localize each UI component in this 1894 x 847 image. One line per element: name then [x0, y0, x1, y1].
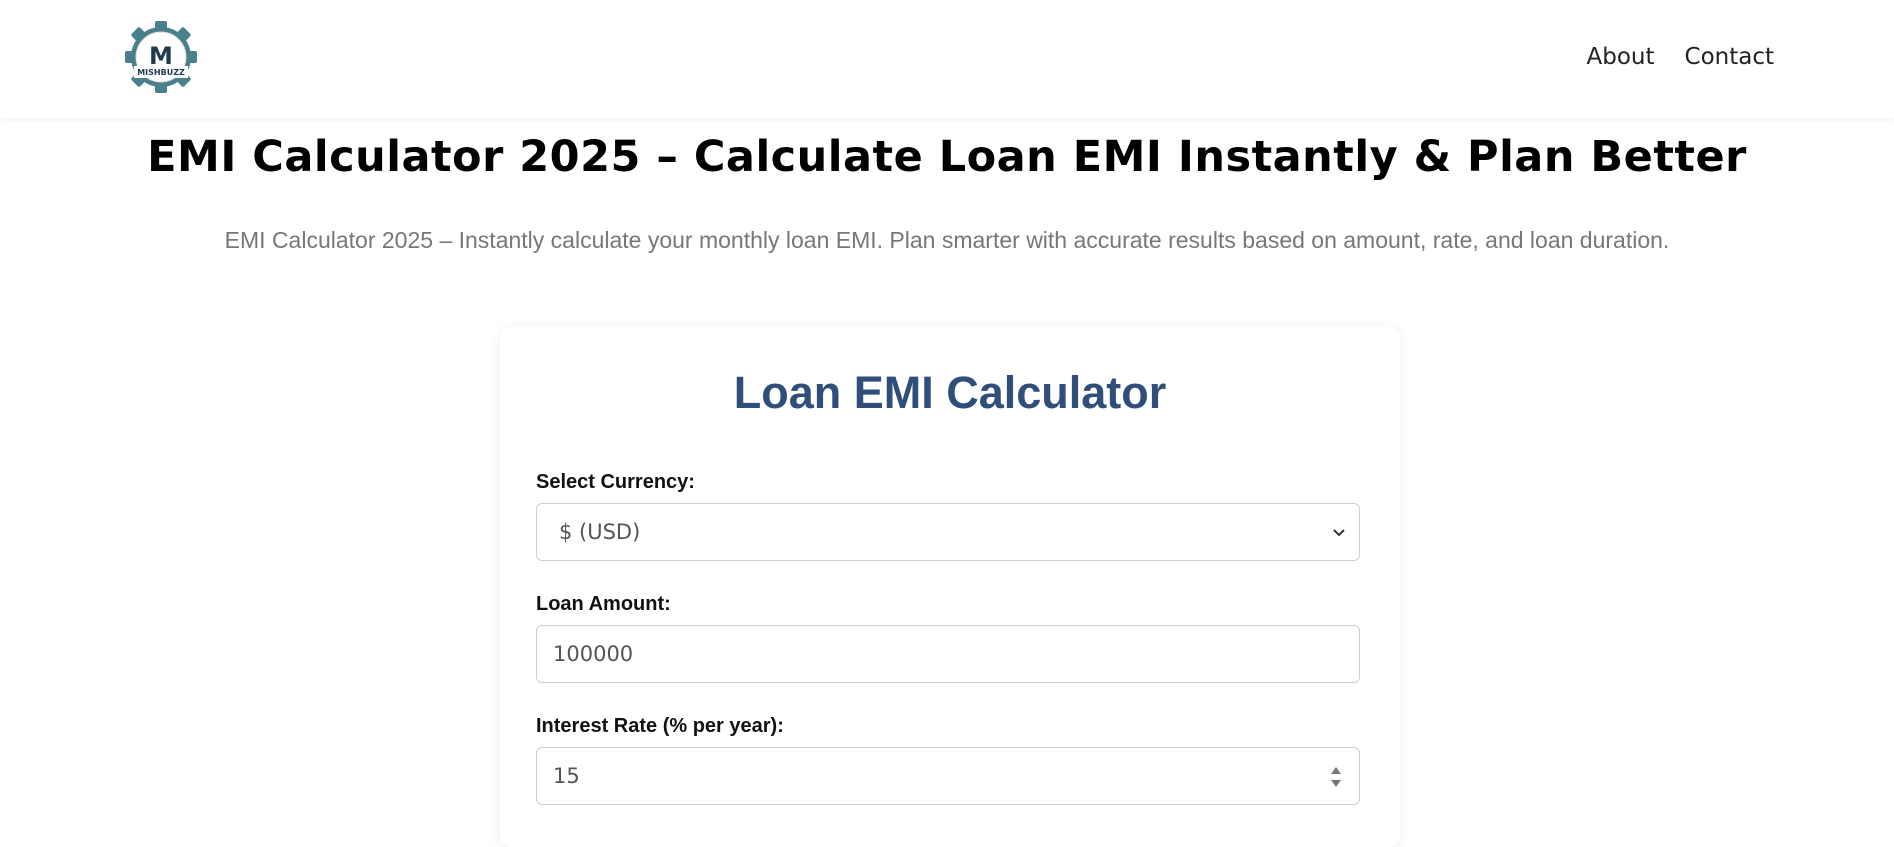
currency-select[interactable]: $ (USD)	[536, 503, 1360, 561]
interest-rate-value: 15	[553, 764, 580, 788]
loan-amount-label: Loan Amount:	[536, 593, 671, 615]
logo-wordmark: MISHBUZZ	[137, 68, 185, 77]
nav-about[interactable]: About	[1587, 44, 1655, 70]
page-subtitle: EMI Calculator 2025 – Instantly calculat…	[224, 227, 1670, 253]
currency-value: $ (USD)	[559, 520, 641, 544]
currency-label: Select Currency:	[536, 471, 695, 493]
main-nav: About Contact	[1587, 44, 1775, 70]
nav-contact[interactable]: Contact	[1685, 44, 1774, 70]
calculator-title: Loan EMI Calculator	[733, 367, 1167, 418]
site-header: M MISHBUZZ About Contact	[0, 0, 1894, 118]
interest-rate-label: Interest Rate (% per year):	[536, 715, 784, 737]
chevron-down-icon	[1333, 529, 1345, 537]
loan-amount-value: 100000	[553, 642, 634, 666]
logo-letter: M	[149, 42, 173, 70]
page-title: EMI Calculator 2025 – Calculate Loan EMI…	[147, 132, 1747, 182]
loan-amount-input[interactable]: 100000	[536, 625, 1360, 683]
emi-calculator-card: Loan EMI Calculator Select Currency: $ (…	[500, 327, 1400, 847]
number-spinner-icon[interactable]	[1329, 762, 1343, 792]
interest-rate-input[interactable]: 15	[536, 747, 1360, 805]
site-logo[interactable]: M MISHBUZZ	[124, 20, 198, 94]
gear-logo-icon: M MISHBUZZ	[125, 21, 197, 93]
